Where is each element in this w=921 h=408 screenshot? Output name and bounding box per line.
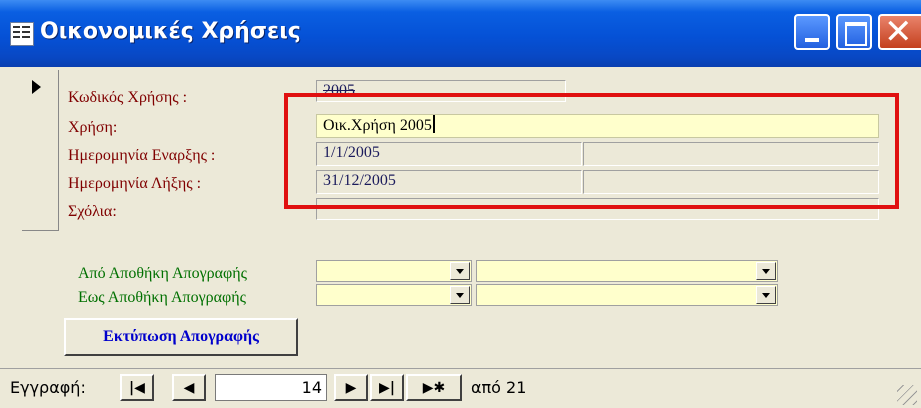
record-selector[interactable] (22, 70, 59, 231)
dropdown-button[interactable] (756, 286, 776, 304)
current-record-arrow-icon (32, 80, 41, 94)
next-record-button[interactable]: ▶ (334, 374, 368, 401)
last-record-button[interactable]: ▶| (370, 374, 404, 401)
close-icon: ✕ (884, 12, 913, 52)
to-warehouse-name-combo[interactable] (476, 284, 778, 306)
current-record-field[interactable]: 14 (215, 374, 327, 401)
dropdown-button[interactable] (450, 262, 470, 280)
end-date-label: Ημερομηνία Λήξης : (68, 175, 202, 192)
notes-label: Σχόλια: (68, 203, 117, 220)
first-record-button[interactable]: |◀ (120, 374, 154, 401)
resize-grip-icon[interactable] (897, 385, 917, 405)
title-bar[interactable]: Οικονομικές Χρήσεις ✕ (0, 0, 921, 67)
to-warehouse-label: Εως Αποθήκη Απογραφής (78, 289, 246, 306)
record-navigation-bar: Εγγραφή: |◀ ◀ 14 ▶ ▶| ▶✱ από 21 (0, 368, 921, 408)
maximize-button[interactable] (836, 14, 872, 50)
access-form-window: Οικονομικές Χρήσεις ✕ Κωδικός Χρήσης : 2… (0, 0, 921, 408)
form-icon[interactable] (10, 22, 34, 46)
from-warehouse-label: Από Αποθήκη Απογραφής (78, 265, 247, 282)
minimize-button[interactable] (794, 14, 830, 50)
record-label: Εγγραφή: (10, 378, 86, 397)
minimize-icon (805, 38, 819, 42)
chevron-down-icon (762, 293, 770, 298)
dropdown-button[interactable] (756, 262, 776, 280)
previous-record-button[interactable]: ◀ (172, 374, 206, 401)
close-button[interactable]: ✕ (878, 12, 921, 52)
chevron-down-icon (456, 293, 464, 298)
maximize-icon (845, 22, 867, 46)
new-record-button[interactable]: ▶✱ (406, 374, 462, 401)
to-warehouse-combo[interactable] (316, 284, 472, 306)
dropdown-button[interactable] (450, 286, 470, 304)
print-inventory-button[interactable]: Εκτύπωση Απογραφής (64, 318, 298, 356)
usage-label: Χρήση: (68, 119, 118, 136)
window-title: Οικονομικές Χρήσεις (40, 19, 301, 44)
code-label: Κωδικός Χρήσης : (68, 89, 188, 106)
record-count-label: από 21 (471, 378, 527, 397)
start-date-label: Ημερομηνία Εναρξης : (68, 147, 216, 164)
red-highlight-annotation (284, 93, 899, 209)
from-warehouse-name-combo[interactable] (476, 260, 778, 282)
chevron-down-icon (456, 269, 464, 274)
from-warehouse-combo[interactable] (316, 260, 472, 282)
chevron-down-icon (762, 269, 770, 274)
